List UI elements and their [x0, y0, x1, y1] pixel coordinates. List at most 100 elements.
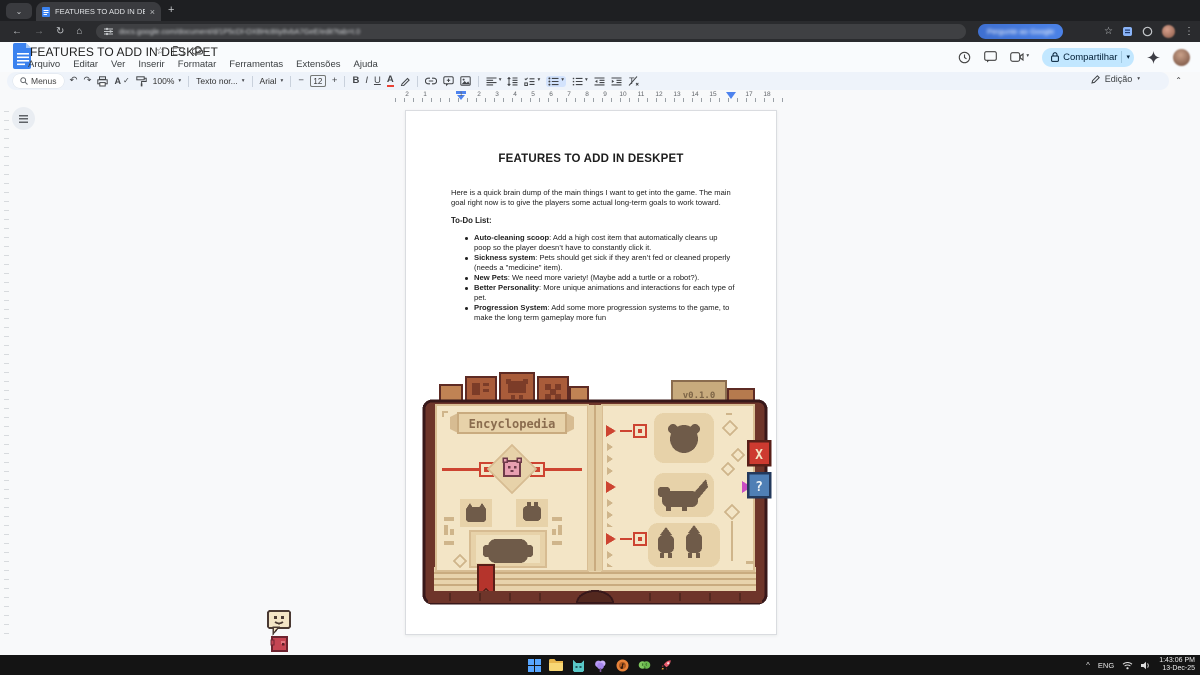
version-history-icon[interactable]: [958, 51, 971, 64]
deskpet-sprite[interactable]: [265, 610, 295, 661]
insert-image-icon[interactable]: [460, 76, 471, 86]
font-size-decrease-button[interactable]: −: [298, 76, 304, 86]
browser-tab[interactable]: FEATURES TO ADD IN DESKPET ×: [36, 2, 161, 21]
menu-extensões[interactable]: Extensões: [296, 59, 340, 70]
book-banner-text: Encyclopedia: [469, 417, 556, 431]
ask-google-button[interactable]: Pergunte ao Google: [978, 24, 1063, 39]
music-app-icon[interactable]: [615, 658, 630, 673]
menu-ver[interactable]: Ver: [111, 59, 125, 70]
forward-icon[interactable]: →: [34, 26, 44, 37]
tab-search-button[interactable]: ⌄: [6, 3, 32, 19]
menu-ferramentas[interactable]: Ferramentas: [229, 59, 283, 70]
url-text: docs.google.com/document/d/1P5cDl-OXBHc8…: [119, 27, 360, 36]
comments-icon[interactable]: [984, 51, 997, 63]
brain-app-icon[interactable]: [637, 658, 652, 673]
document-page[interactable]: FEATURES TO ADD IN DESKPET Here is a qui…: [405, 110, 777, 635]
language-indicator[interactable]: ENG: [1098, 661, 1114, 670]
line-spacing-icon[interactable]: [507, 77, 518, 86]
toolbar-divider: [417, 76, 418, 87]
extensions-icon[interactable]: [1142, 26, 1153, 37]
add-comment-icon[interactable]: [443, 76, 454, 87]
new-tab-button[interactable]: +: [168, 4, 174, 16]
ruler-number: 4: [513, 91, 517, 98]
chrome-menu-kebab-icon[interactable]: ⋮: [1184, 26, 1194, 37]
gemini-sparkle-icon[interactable]: [1147, 51, 1160, 64]
ruler-number: 13: [673, 91, 680, 98]
menu-formatar[interactable]: Formatar: [178, 59, 217, 70]
toolbar-divider: [188, 76, 189, 87]
tree-app-icon[interactable]: [593, 658, 608, 673]
tray-expand-chevron[interactable]: ^: [1086, 661, 1090, 670]
font-size-increase-button[interactable]: +: [332, 76, 338, 86]
spellcheck-icon[interactable]: A✓: [114, 77, 129, 86]
clear-formatting-icon[interactable]: T: [628, 76, 639, 86]
increase-indent-icon[interactable]: [611, 77, 622, 86]
ruler-number: 17: [745, 91, 752, 98]
todo-list: Auto-cleaning scoop: Add a high cost ite…: [463, 233, 735, 323]
paragraph-style-select[interactable]: Texto nor... ▾: [196, 76, 244, 86]
redo-icon[interactable]: ↷: [83, 76, 91, 86]
paragraph-style-value: Texto nor...: [196, 76, 238, 86]
url-bar[interactable]: docs.google.com/document/d/1P5cDl-OXBHc8…: [96, 24, 966, 39]
back-icon[interactable]: ←: [12, 26, 22, 37]
menu-inserir[interactable]: Inserir: [138, 59, 164, 70]
checklist-icon[interactable]: ▾: [524, 77, 540, 86]
docs-profile-avatar[interactable]: [1173, 49, 1190, 66]
home-icon[interactable]: ⌂: [76, 26, 82, 37]
decrease-indent-icon[interactable]: [594, 77, 605, 86]
clock[interactable]: 1:43:06 PM 13-Dec-25: [1159, 657, 1195, 673]
document-canvas[interactable]: FEATURES TO ADD IN DESKPET Here is a qui…: [0, 103, 1200, 655]
wifi-icon[interactable]: [1122, 661, 1133, 670]
move-folder-icon[interactable]: [173, 46, 184, 55]
font-size-input[interactable]: 12: [310, 75, 326, 87]
font-family-select[interactable]: Arial ▾: [260, 76, 284, 86]
ruler-number: 1: [423, 91, 427, 98]
bulleted-list-button[interactable]: ▾: [546, 76, 566, 87]
ruler[interactable]: 21123456789101112131415161718: [0, 90, 1200, 103]
zoom-select[interactable]: 100% ▾: [153, 76, 182, 86]
file-explorer-icon[interactable]: [549, 658, 564, 673]
menus-search-button[interactable]: Menus: [13, 74, 64, 88]
menu-editar[interactable]: Editar: [73, 59, 98, 70]
tab-close-icon[interactable]: ×: [150, 7, 155, 17]
browser-toolbar: ← → ↻ ⌂ docs.google.com/document/d/1P5cD…: [0, 21, 1200, 42]
star-doc-icon[interactable]: ☆: [156, 46, 165, 57]
deskpet-cat-app-icon[interactable]: [571, 658, 586, 673]
windows-taskbar: ^ ENG 1:43:06 PM 13-Dec-25: [0, 655, 1200, 675]
editing-mode-select[interactable]: Edição ▾: [1091, 74, 1140, 84]
bold-button[interactable]: B: [352, 76, 359, 86]
menu-arquivo[interactable]: Arquivo: [28, 59, 60, 70]
paint-format-icon[interactable]: [136, 76, 147, 87]
hide-menus-chevron[interactable]: ⌃: [1175, 76, 1182, 85]
ruler-number: 3: [495, 91, 499, 98]
chevron-down-icon: ▾: [242, 78, 245, 84]
toolbar-divider: [478, 76, 479, 87]
bookmark-star-icon[interactable]: ☆: [1104, 26, 1113, 37]
share-button[interactable]: Compartilhar ▾: [1042, 48, 1134, 67]
print-icon[interactable]: [97, 76, 108, 87]
volume-icon[interactable]: [1141, 661, 1151, 670]
text-color-button[interactable]: A: [387, 75, 394, 87]
underline-button[interactable]: U: [374, 76, 381, 86]
rocket-app-icon[interactable]: [659, 658, 674, 673]
align-icon[interactable]: ▾: [486, 77, 502, 86]
insert-link-icon[interactable]: [425, 77, 437, 85]
start-button-icon[interactable]: [527, 658, 542, 673]
reload-icon[interactable]: ↻: [56, 26, 64, 37]
highlight-color-icon[interactable]: [400, 76, 410, 86]
menu-ajuda[interactable]: Ajuda: [354, 59, 378, 70]
site-settings-tune-icon[interactable]: [104, 27, 113, 36]
document-outline-button[interactable]: [12, 107, 35, 130]
ruler-number: 5: [531, 91, 535, 98]
list-item: Better Personality: More unique animatio…: [463, 283, 735, 303]
cloud-status-icon[interactable]: [192, 46, 204, 55]
pinned-extension-icon[interactable]: [1122, 26, 1133, 37]
undo-icon[interactable]: ↶: [70, 76, 78, 86]
meet-videocall-icon[interactable]: ▾: [1010, 52, 1029, 62]
right-indent-marker[interactable]: [726, 92, 736, 99]
italic-button[interactable]: I: [365, 76, 368, 86]
numbered-list-button[interactable]: ▾: [572, 77, 588, 86]
share-label: Compartilhar: [1063, 52, 1117, 63]
browser-profile-avatar[interactable]: [1162, 25, 1175, 38]
share-dropdown-caret[interactable]: ▾: [1121, 51, 1130, 63]
